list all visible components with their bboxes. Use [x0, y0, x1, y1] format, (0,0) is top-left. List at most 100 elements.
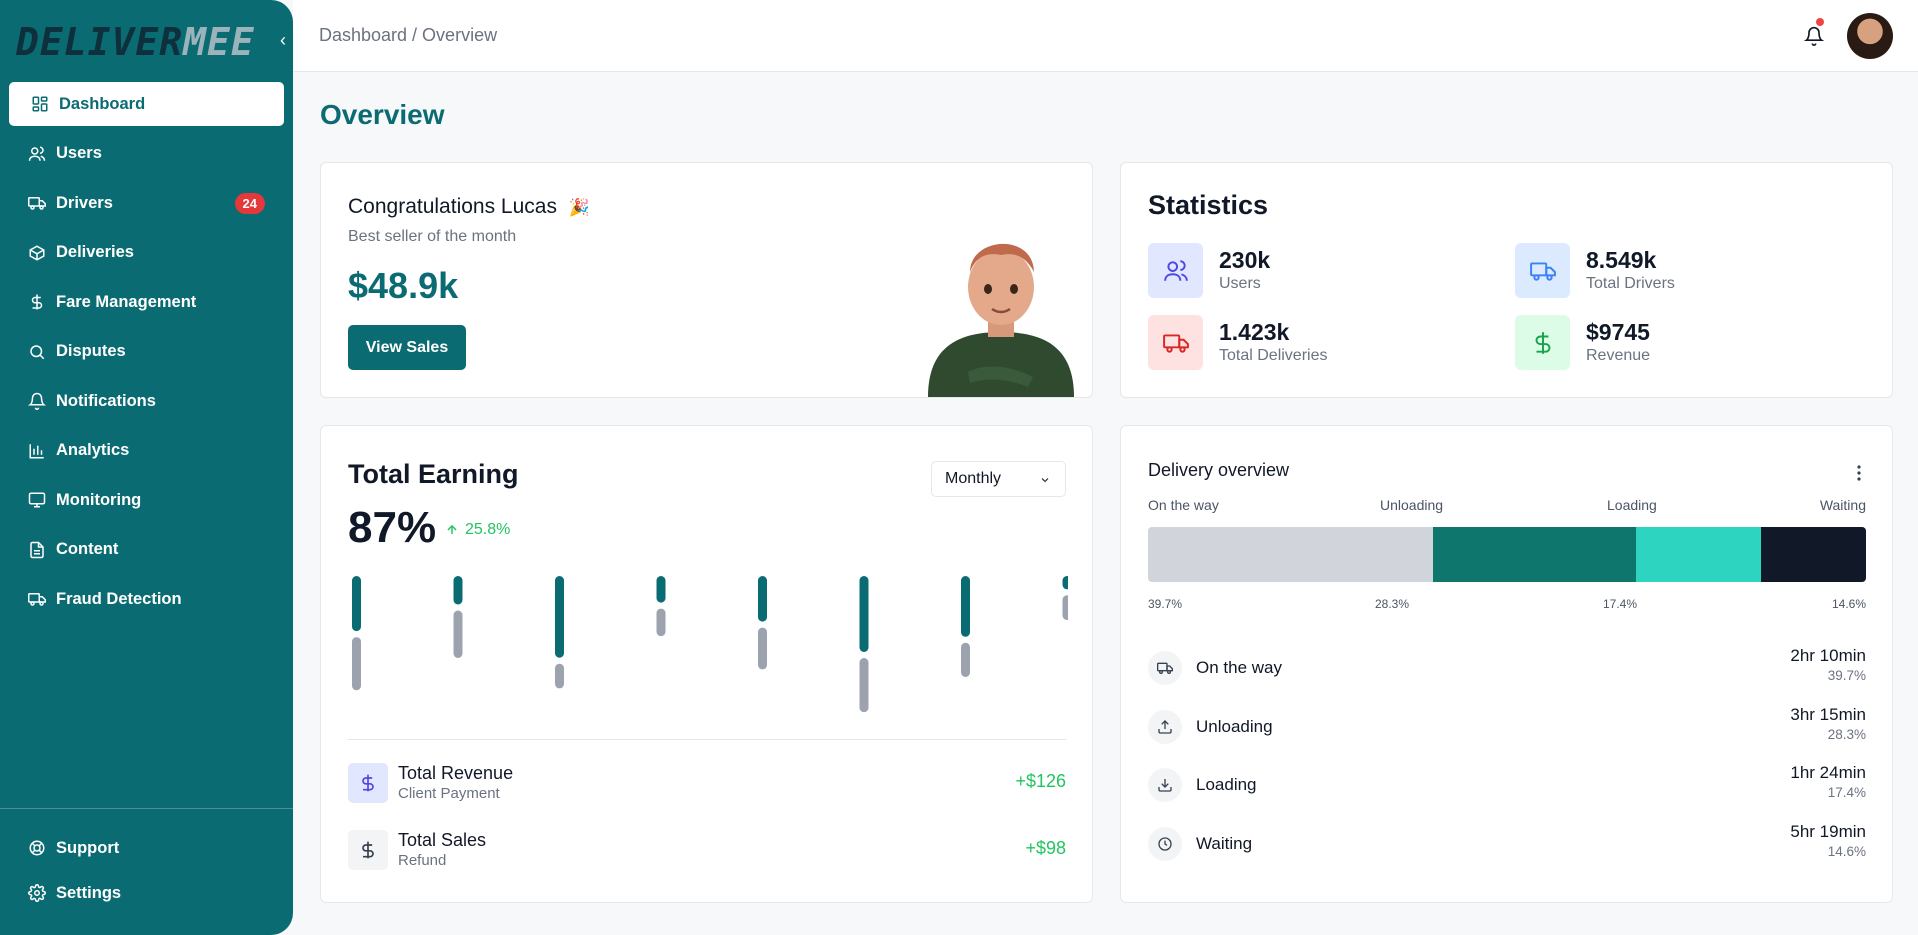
segment-percent: 14.6%	[1831, 597, 1866, 611]
sidebar-item-dashboard[interactable]: Dashboard	[9, 82, 284, 126]
segment-label: On the way	[1148, 497, 1219, 513]
arrow-up-icon	[447, 524, 457, 535]
delivery-row-loading: Loading 1hr 24min 17.4%	[1148, 763, 1866, 807]
view-sales-button[interactable]: View Sales	[348, 325, 466, 370]
delivery-row-name: Unloading	[1196, 717, 1273, 736]
delivery-row-name: Loading	[1196, 775, 1257, 794]
top-bar: Dashboard / Overview	[293, 0, 1918, 72]
users-icon	[28, 145, 46, 163]
document-icon	[28, 541, 46, 559]
delivery-row-time: 3hr 15min	[1790, 705, 1866, 724]
earning-bar-series2-3	[555, 663, 564, 689]
segment-labels: On the way Unloading Loading Waiting	[1148, 497, 1866, 515]
dollar-icon	[348, 763, 388, 803]
period-select-value: Monthly	[945, 470, 1002, 487]
sidebar-item-support[interactable]: Support	[9, 826, 284, 870]
sidebar-item-notifications[interactable]: Notifications	[9, 379, 284, 423]
congrats-subtitle: Best seller of the month	[348, 228, 517, 245]
earning-trend: 25.8%	[445, 521, 510, 539]
delivery-row-time: 2hr 10min	[1790, 646, 1866, 665]
earning-bar-series2-5	[758, 627, 767, 670]
more-options-icon[interactable]	[1856, 464, 1862, 482]
monitor-icon	[28, 491, 46, 509]
notification-bell-icon[interactable]	[1803, 25, 1825, 47]
sidebar-divider	[0, 808, 293, 809]
page-title: Overview	[320, 99, 445, 130]
sidebar-item-deliveries[interactable]: Deliveries	[9, 231, 284, 275]
sidebar-item-label: Dashboard	[59, 94, 146, 113]
clock-icon	[1148, 827, 1182, 861]
congratulations-card: Congratulations Lucas 🎉 Best seller of t…	[320, 162, 1093, 398]
earning-bar-series1-7	[961, 576, 970, 637]
earning-divider	[348, 739, 1066, 740]
row-subtitle: Refund	[398, 852, 447, 869]
congrats-title-text: Congratulations Lucas	[348, 195, 557, 218]
stat-value: 230k	[1219, 246, 1271, 273]
earning-bar-series2-6	[859, 658, 869, 713]
sidebar-item-drivers[interactable]: Drivers 24	[9, 181, 284, 225]
download-icon	[1148, 768, 1182, 802]
delivery-segment-4	[1761, 527, 1866, 582]
sidebar-item-label: Disputes	[56, 342, 126, 360]
segment-percentages: 39.7% 28.3% 17.4% 14.6%	[1148, 597, 1866, 611]
stat-value: 8.549k	[1586, 246, 1657, 273]
statistics-title: Statistics	[1148, 190, 1269, 220]
stat-total-drivers: 8.549k Total Drivers	[1515, 243, 1675, 298]
dollar-icon	[1515, 315, 1570, 370]
sidebar-item-analytics[interactable]: Analytics	[9, 429, 284, 473]
sidebar-item-label: Support	[56, 838, 120, 857]
chart-icon	[28, 442, 46, 460]
segment-label: Waiting	[1819, 497, 1866, 513]
gear-icon	[28, 884, 46, 902]
stat-label: Total Drivers	[1586, 274, 1675, 292]
stat-value: 1.423k	[1219, 318, 1290, 345]
sidebar-item-monitoring[interactable]: Monitoring	[9, 478, 284, 522]
earning-bar-series1-8	[1062, 576, 1068, 590]
stat-total-deliveries: 1.423k Total Deliveries	[1148, 315, 1327, 370]
breadcrumb: Dashboard / Overview	[319, 25, 498, 45]
sidebar-item-label: Fare Management	[56, 292, 197, 311]
period-select[interactable]: Monthly	[931, 461, 1066, 497]
sidebar-item-label: Notifications	[56, 391, 156, 410]
sidebar: DELIVERMEE ‹ Dashboard Users Drivers 24	[0, 0, 293, 935]
dollar-icon	[28, 293, 46, 311]
collapse-sidebar-icon[interactable]: ‹	[280, 30, 294, 50]
avatar[interactable]	[1847, 13, 1893, 59]
truck-icon	[1515, 243, 1570, 298]
truck-icon	[1148, 651, 1182, 685]
dashboard-icon	[31, 95, 49, 113]
bell-icon	[28, 392, 46, 410]
sidebar-item-disputes[interactable]: Disputes	[9, 330, 284, 374]
delivery-segment-3	[1636, 527, 1762, 582]
sidebar-item-label: Monitoring	[56, 490, 142, 509]
row-amount: +$126	[1015, 771, 1066, 791]
sidebar-item-label: Deliveries	[56, 243, 134, 261]
sidebar-item-fare-management[interactable]: Fare Management	[9, 280, 284, 324]
delivery-row-percent: 39.7%	[1827, 668, 1866, 683]
earning-bar-series2-8	[1062, 595, 1068, 620]
earning-bar-chart	[352, 576, 1068, 713]
truck-icon	[28, 590, 46, 608]
party-icon: 🎉	[568, 198, 590, 217]
delivery-segment-2	[1433, 527, 1637, 582]
truck-icon	[1148, 315, 1203, 370]
row-subtitle: Client Payment	[398, 785, 500, 802]
lifebuoy-icon	[28, 839, 46, 857]
statistics-card: Statistics 230k Users 8.549k Total Drive…	[1120, 162, 1893, 398]
segment-label: Loading	[1607, 497, 1657, 513]
sidebar-item-settings[interactable]: Settings	[9, 871, 284, 915]
sidebar-item-fraud-detection[interactable]: Fraud Detection	[9, 577, 284, 621]
delivery-title: Delivery overview	[1148, 460, 1290, 480]
dollar-icon	[348, 830, 388, 870]
sidebar-bottom-nav: Support Settings	[0, 826, 293, 916]
sidebar-item-content[interactable]: Content	[9, 528, 284, 572]
notification-dot	[1816, 18, 1824, 26]
row-title: Total Revenue	[398, 763, 514, 783]
users-icon	[1148, 243, 1203, 298]
earning-percent: 87%	[348, 503, 437, 552]
sidebar-item-users[interactable]: Users	[9, 132, 284, 176]
delivery-row-waiting: Waiting 5hr 19min 14.6%	[1148, 822, 1866, 866]
brand-logo[interactable]: DELIVERMEE	[16, 20, 255, 64]
delivery-row-on-the-way: On the way 2hr 10min 39.7%	[1148, 646, 1866, 690]
congrats-amount: $48.9k	[348, 265, 459, 306]
